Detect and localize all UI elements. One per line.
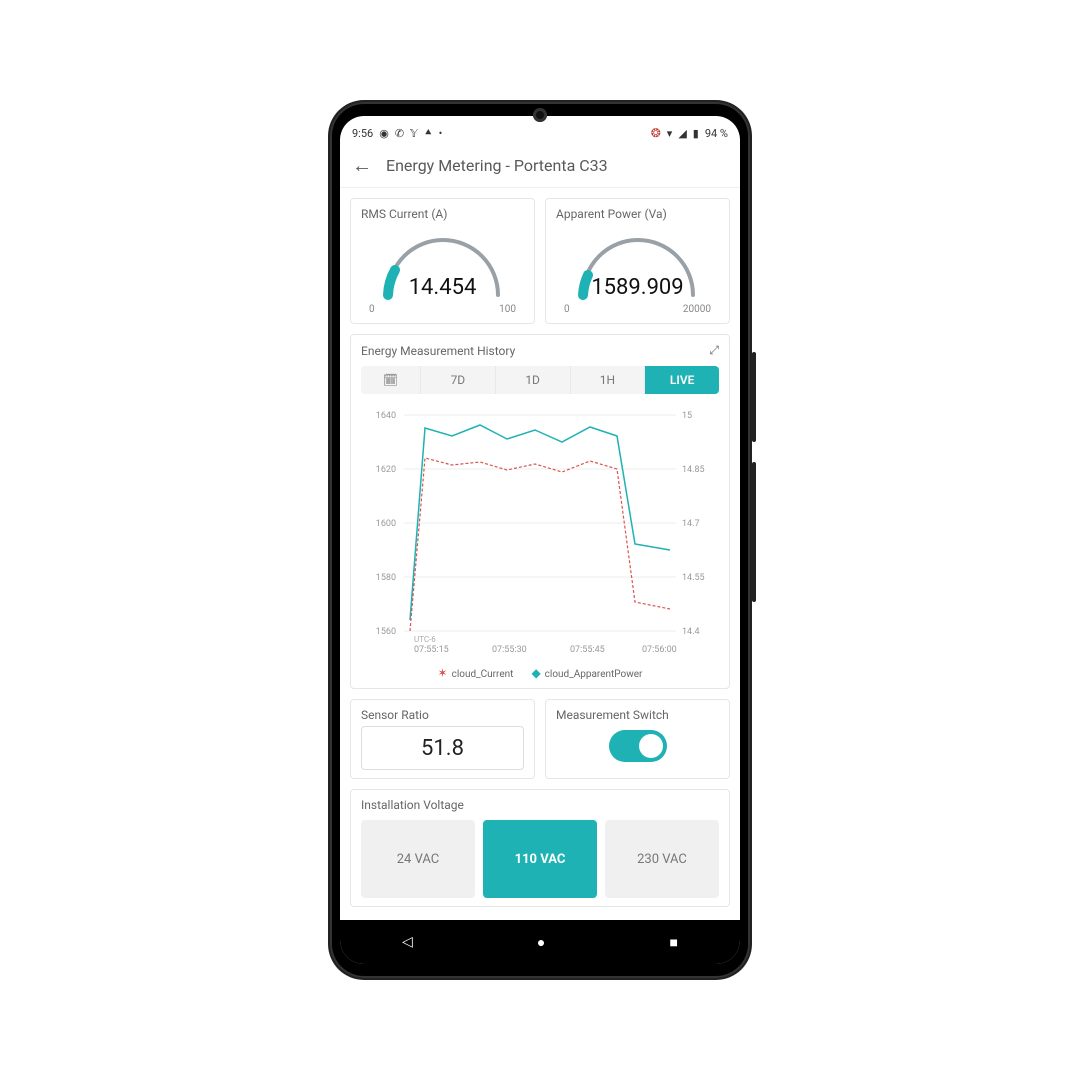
titlebar: ← Energy Metering - Portenta C33 bbox=[340, 144, 740, 188]
screen: 9:56 ◉ ✆ 𝕐 ⯅ • ❂ ▾ ◢ ▮ 94 % ← Energy Met… bbox=[340, 116, 740, 964]
legend-power-icon: ◆ bbox=[531, 666, 540, 680]
range-1h[interactable]: 1H bbox=[571, 366, 646, 394]
yr1: 14.85 bbox=[682, 465, 705, 475]
measurement-switch[interactable] bbox=[609, 730, 667, 762]
calendar-icon: 🗓 bbox=[383, 373, 398, 387]
nav-home-icon[interactable]: ● bbox=[537, 934, 545, 951]
yl2: 1600 bbox=[376, 519, 396, 529]
phone-frame: 9:56 ◉ ✆ 𝕐 ⯅ • ❂ ▾ ◢ ▮ 94 % ← Energy Met… bbox=[330, 102, 750, 978]
twitter-icon: 𝕐 bbox=[410, 127, 418, 140]
expand-icon[interactable]: ⤢ bbox=[709, 343, 719, 358]
battery-icon: ▮ bbox=[693, 127, 699, 140]
sensor-ratio-input[interactable]: 51.8 bbox=[361, 726, 524, 770]
gauge-value: 1589.909 bbox=[568, 275, 708, 300]
gauge-value: 14.454 bbox=[373, 275, 513, 300]
range-selector: 🗓 7D 1D 1H LIVE bbox=[361, 366, 719, 394]
yl4: 1560 bbox=[376, 627, 396, 637]
yr3: 14.55 bbox=[682, 573, 705, 583]
xt2: 07:55:45 bbox=[570, 645, 605, 655]
gauges-row: RMS Current (A) 14.454 0 100 bbox=[350, 198, 730, 324]
statusbar-left: 9:56 ◉ ✆ 𝕐 ⯅ • bbox=[352, 126, 442, 140]
gauge-title: Apparent Power (Va) bbox=[556, 207, 719, 221]
gauge-arc-current: 14.454 bbox=[373, 225, 513, 300]
xt0: 07:55:15 bbox=[414, 645, 449, 655]
gauge-min: 0 bbox=[564, 304, 570, 315]
clock: 9:56 bbox=[352, 127, 373, 140]
nav-recent-icon[interactable]: ■ bbox=[669, 934, 677, 951]
more-icon: • bbox=[439, 127, 443, 140]
tz: UTC-6 bbox=[414, 635, 436, 644]
gauge-min: 0 bbox=[369, 304, 375, 315]
wifi-icon: ▾ bbox=[667, 127, 673, 140]
android-navbar: ◁ ● ■ bbox=[340, 920, 740, 964]
switch-knob bbox=[639, 734, 663, 758]
voltage-card: Installation Voltage 24 VAC 110 VAC 230 … bbox=[350, 789, 730, 907]
nav-back-icon[interactable]: ◁ bbox=[402, 934, 413, 950]
page-title: Energy Metering - Portenta C33 bbox=[386, 156, 608, 175]
sensor-ratio-value: 51.8 bbox=[421, 736, 464, 761]
signal-icon: ◢ bbox=[678, 127, 686, 140]
voltage-title: Installation Voltage bbox=[361, 798, 719, 812]
content: RMS Current (A) 14.454 0 100 bbox=[340, 188, 740, 920]
range-7d[interactable]: 7D bbox=[421, 366, 496, 394]
switch-title: Measurement Switch bbox=[556, 708, 719, 722]
sensor-ratio-card: Sensor Ratio 51.8 bbox=[350, 699, 535, 779]
range-calendar[interactable]: 🗓 bbox=[361, 366, 421, 394]
measurement-switch-card: Measurement Switch bbox=[545, 699, 730, 779]
xt3: 07:56:00 bbox=[642, 645, 677, 655]
controls-row: Sensor Ratio 51.8 Measurement Switch bbox=[350, 699, 730, 779]
sensor-ratio-title: Sensor Ratio bbox=[361, 708, 524, 722]
yl3: 1580 bbox=[376, 573, 396, 583]
notify-icon: ⯅ bbox=[424, 126, 433, 140]
history-chart[interactable]: 1640 1620 1600 1580 1560 15 14.85 14.7 1… bbox=[361, 400, 719, 660]
gauge-arc-power: 1589.909 bbox=[568, 225, 708, 300]
gauge-max: 20000 bbox=[683, 304, 711, 315]
statusbar-right: ❂ ▾ ◢ ▮ 94 % bbox=[651, 126, 728, 140]
legend-current: cloud_Current bbox=[452, 669, 514, 680]
gauge-rms-current: RMS Current (A) 14.454 0 100 bbox=[350, 198, 535, 324]
gauge-apparent-power: Apparent Power (Va) 1589.909 0 20000 bbox=[545, 198, 730, 324]
history-card: Energy Measurement History ⤢ 🗓 7D 1D 1H … bbox=[350, 334, 730, 689]
back-icon[interactable]: ← bbox=[352, 153, 372, 178]
yr2: 14.7 bbox=[682, 519, 700, 529]
gauge-title: RMS Current (A) bbox=[361, 207, 524, 221]
xt1: 07:55:30 bbox=[492, 645, 527, 655]
voltage-230[interactable]: 230 VAC bbox=[605, 820, 719, 898]
yl0: 1640 bbox=[376, 411, 396, 421]
yr0: 15 bbox=[682, 411, 692, 421]
voltage-110[interactable]: 110 VAC bbox=[483, 820, 597, 898]
yr4: 14.4 bbox=[682, 627, 700, 637]
battery-percent: 94 % bbox=[705, 127, 728, 140]
series-current bbox=[410, 458, 670, 631]
legend-power: cloud_ApparentPower bbox=[545, 669, 643, 680]
record-icon: ◉ bbox=[379, 127, 389, 140]
whatsapp-icon: ✆ bbox=[395, 127, 404, 140]
gauge-max: 100 bbox=[499, 304, 516, 315]
chart-legend: ✶ cloud_Current ◆ cloud_ApparentPower bbox=[361, 666, 719, 680]
voltage-24[interactable]: 24 VAC bbox=[361, 820, 475, 898]
legend-current-icon: ✶ bbox=[438, 666, 448, 680]
yl1: 1620 bbox=[376, 465, 396, 475]
app-badge-icon: ❂ bbox=[651, 126, 661, 140]
history-title: Energy Measurement History bbox=[361, 344, 515, 358]
range-1d[interactable]: 1D bbox=[496, 366, 571, 394]
range-live[interactable]: LIVE bbox=[645, 366, 719, 394]
front-camera bbox=[533, 108, 547, 122]
